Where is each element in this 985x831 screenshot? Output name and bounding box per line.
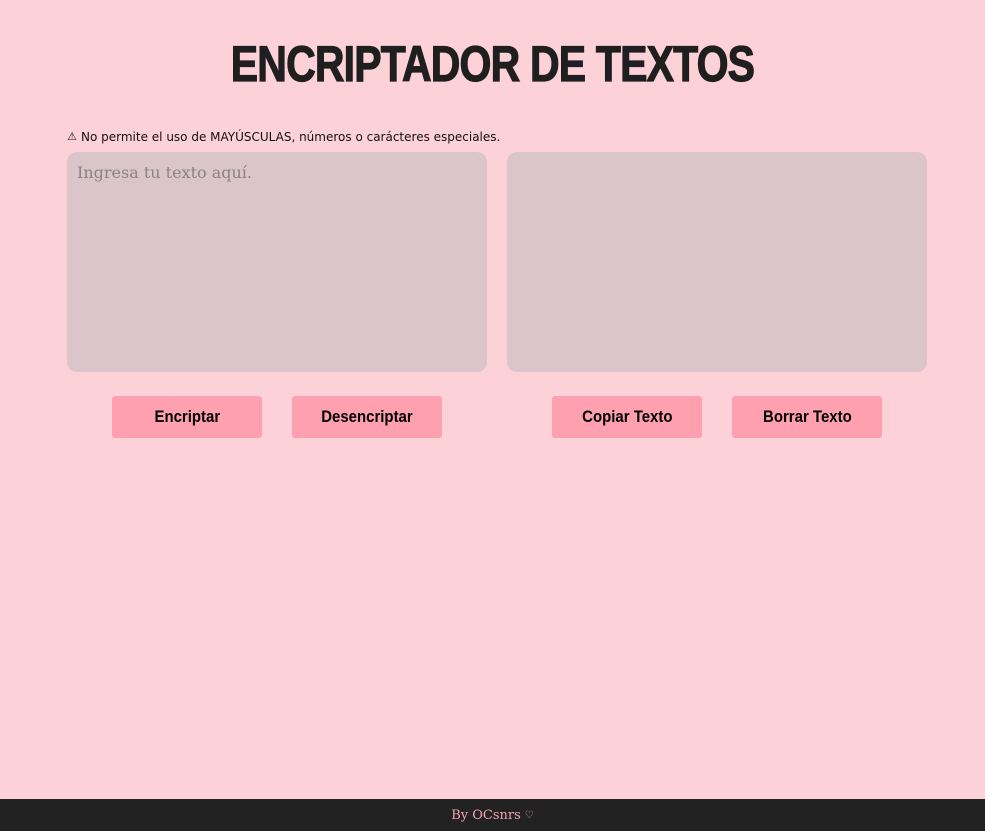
encrypt-button-label: Encriptar (154, 407, 220, 426)
encrypt-button[interactable]: Encriptar (112, 396, 262, 438)
clear-text-button[interactable]: Borrar Texto (732, 396, 882, 438)
decrypt-button[interactable]: Desencriptar (292, 396, 442, 438)
footer: By OCsnrs ♡ (0, 799, 985, 831)
page-title: ENCRIPTADOR DE TEXTOS (230, 35, 755, 92)
warning-text: No permite el uso de MAYÚSCULAS, números… (81, 130, 501, 144)
heart-icon: ♡ (524, 809, 534, 821)
footer-text: By OCsnrs (451, 807, 521, 823)
warning-message: ⚠ No permite el uso de MAYÚSCULAS, númer… (66, 129, 500, 145)
warning-triangle-icon: ⚠ (67, 130, 77, 143)
clear-text-button-label: Borrar Texto (762, 407, 852, 426)
copy-text-button[interactable]: Copiar Texto (552, 396, 702, 438)
input-textarea[interactable] (67, 152, 487, 372)
copy-text-button-label: Copiar Texto (581, 407, 673, 426)
decrypt-button-label: Desencriptar (321, 407, 413, 426)
output-textarea[interactable] (507, 152, 927, 372)
